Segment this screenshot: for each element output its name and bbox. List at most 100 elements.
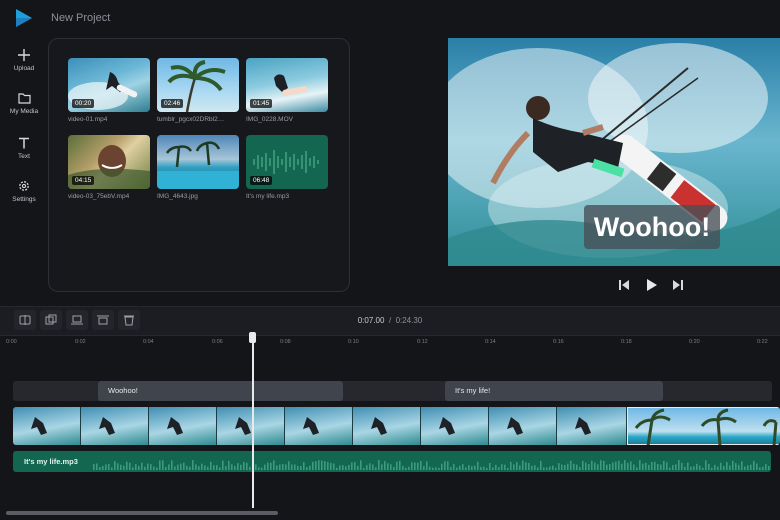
media-filename: tumblr_pgcx02DRbl2… [157,116,225,123]
waveform-bar [765,464,767,470]
waveform-bar [402,465,404,470]
waveform-bar [723,466,725,470]
waveform-bar [513,464,515,470]
waveform-bar [504,464,506,470]
waveform-bar [102,466,104,470]
sidebar-item-text[interactable]: Text [0,137,48,160]
waveform-bar [279,464,281,470]
waveform-bar [132,467,134,470]
media-item[interactable]: 00:20 video-01.mp4 [68,58,150,123]
media-filename: It's my life.mp3 [246,193,290,200]
waveform-bar [516,462,518,470]
timeline-scrollbar[interactable] [6,511,278,515]
waveform-bar [378,460,380,470]
audio-track[interactable]: It's my life.mp3 [13,451,771,472]
waveform-bar [120,464,122,470]
text-clip[interactable]: Woohoo! [98,381,343,401]
waveform-bar [105,464,107,470]
video-track[interactable] [13,407,780,445]
skip-forward-icon[interactable] [671,278,685,292]
waveform-bar [207,466,209,470]
waveform-bar [456,467,458,470]
waveform-bar [330,462,332,470]
waveform-bar [408,466,410,470]
sidebar-item-label: My Media [9,108,39,115]
waveform-bar [537,467,539,470]
waveform-bar [693,466,695,470]
waveform-bar [522,460,524,470]
media-item[interactable]: 04:15 video-03_75ebV.mp4 [68,135,150,200]
waveform-bar [210,461,212,470]
waveform-bar [360,460,362,470]
waveform-bar [234,466,236,470]
waveform-bar [243,461,245,470]
waveform-bar [126,461,128,470]
timecode: 0:07.00 / 0:24.30 [0,316,780,325]
sidebar-item-settings[interactable]: Settings [0,180,48,203]
text-clip[interactable]: It's my life! [445,381,663,401]
waveform-bar [603,460,605,470]
waveform-bar [291,464,293,470]
waveform-bar [201,463,203,470]
waveform-bar [396,461,398,470]
play-icon[interactable] [644,278,658,292]
waveform-bar [588,464,590,470]
waveform-bar [219,467,221,470]
waveform-bar [576,464,578,470]
playhead[interactable] [252,336,254,508]
folder-icon [17,93,31,104]
waveform-bar [660,464,662,470]
ruler-tick: 0:04 [143,339,154,345]
waveform-bar [393,466,395,470]
waveform-bar [135,464,137,470]
waveform-bar [288,461,290,470]
waveform-bar [657,463,659,470]
waveform-bar [315,461,317,470]
waveform-bar [534,465,536,470]
waveform-bar [303,462,305,470]
waveform-bar [453,464,455,470]
ruler-tick: 0:08 [280,339,291,345]
waveform-bar [156,467,158,470]
media-item[interactable]: 06:48 It's my life.mp3 [246,135,328,200]
waveform-bar [186,465,188,470]
sidebar-item-upload[interactable]: Upload [0,49,48,72]
waveform-bar [555,467,557,470]
waveform-bar [699,465,701,470]
waveform-bar [579,467,581,470]
waveform-bar [621,463,623,470]
waveform-bar [222,460,224,470]
waveform-bar [480,466,482,470]
gear-icon [19,181,29,191]
waveform-bar [240,464,242,470]
timeline-ruler[interactable]: 0:00 0:02 0:04 0:06 0:08 0:10 0:12 0:14 … [0,334,780,352]
skip-back-icon[interactable] [617,278,631,292]
waveform-bar [540,460,542,470]
waveform-bar [345,466,347,470]
waveform-bar [753,460,755,470]
media-item[interactable]: 01:45 IMG_0228.MOV [246,58,328,123]
waveform-bar [357,465,359,470]
waveform-bar [495,464,497,470]
waveform-bar [189,466,191,470]
media-item[interactable]: IMG_4643.jpg [157,135,239,200]
sidebar-item-my-media[interactable]: My Media [0,93,48,115]
waveform-bar [249,466,251,470]
play-logo-icon[interactable] [13,7,35,29]
waveform-bar [594,462,596,470]
media-item[interactable]: 02:46 tumblr_pgcx02DRbl2… [157,58,239,123]
waveform-bar [183,462,185,470]
playhead-handle[interactable] [249,332,256,343]
waveform-bar [237,463,239,470]
waveform-bar [624,460,626,470]
waveform-bar [591,460,593,470]
waveform-bar [609,464,611,470]
waveform-bar [276,465,278,470]
waveform-bar [195,464,197,470]
caption-overlay[interactable]: Woohoo! [584,205,720,249]
waveform-bar [387,463,389,470]
waveform-bar [582,460,584,470]
waveform-bar [177,464,179,470]
project-title[interactable]: New Project [51,12,110,24]
video-clip-palm[interactable] [627,407,780,445]
